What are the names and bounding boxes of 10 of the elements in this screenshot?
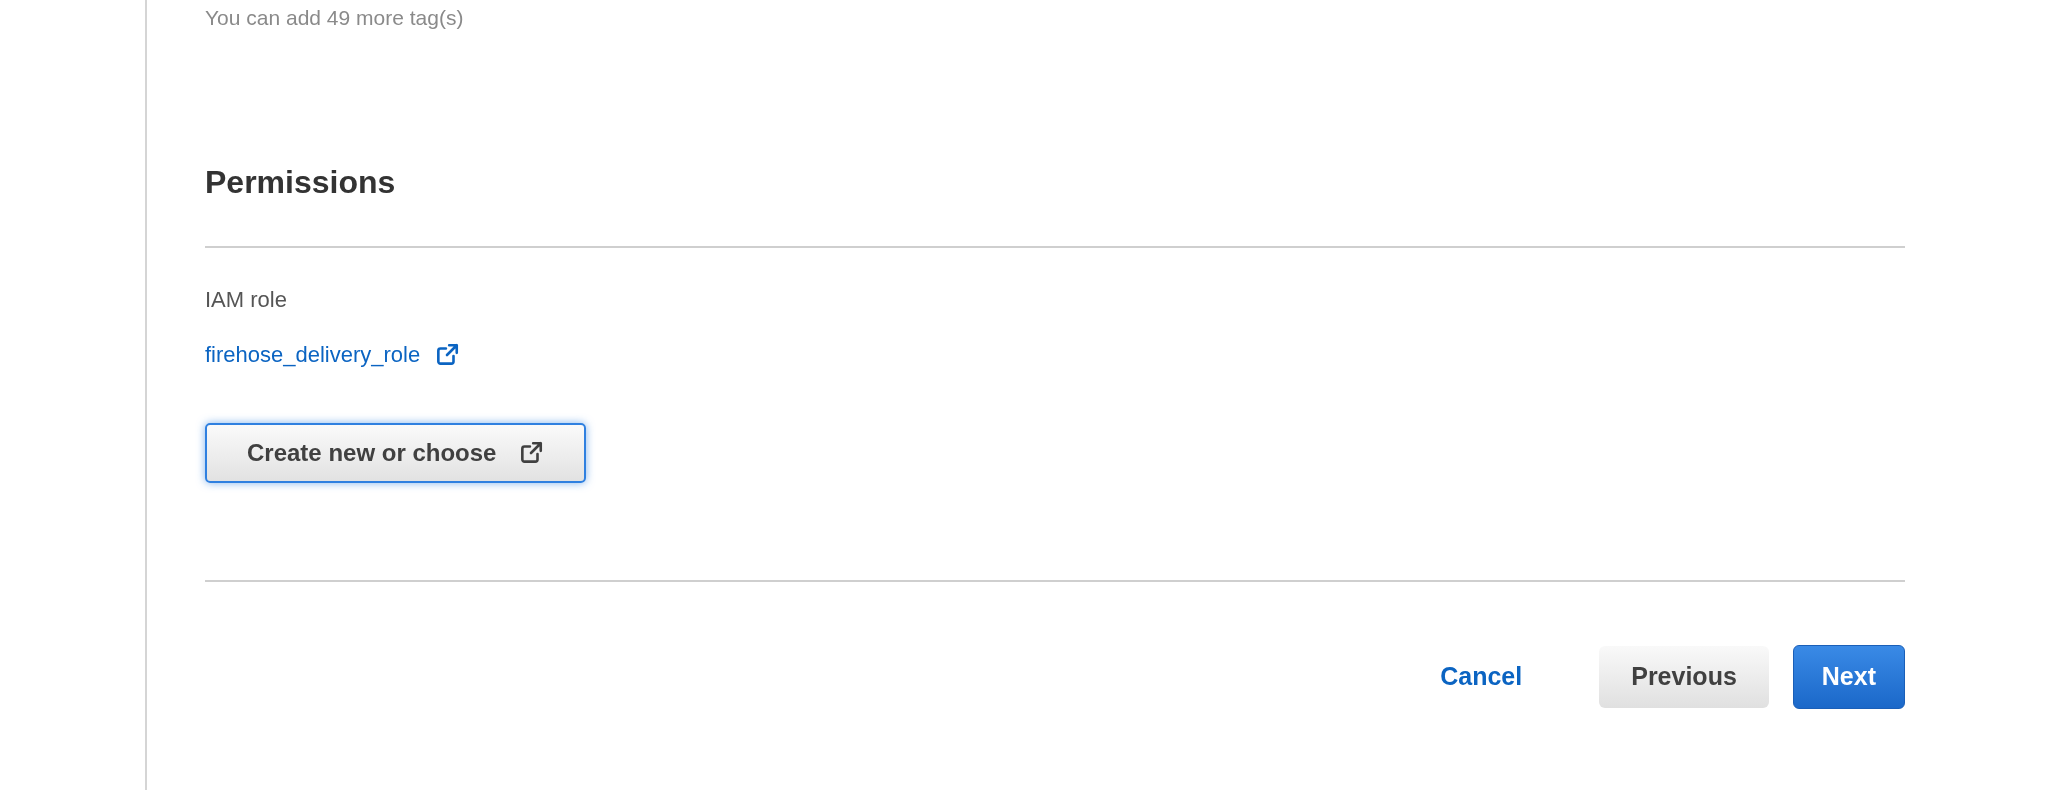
tag-limit-hint: You can add 49 more tag(s) (205, 5, 465, 31)
section-heading: Permissions (205, 163, 397, 202)
external-link-icon (434, 341, 461, 368)
next-button[interactable]: Next (1792, 645, 1905, 709)
cancel-link[interactable]: Cancel (1412, 646, 1551, 708)
create-role-button[interactable]: Create new or choose (205, 423, 587, 483)
role-link[interactable]: firehose_delivery_role (205, 338, 461, 371)
field-label: IAM role (205, 286, 288, 314)
previous-button[interactable]: Previous (1599, 646, 1769, 708)
external-link-icon (518, 440, 545, 466)
